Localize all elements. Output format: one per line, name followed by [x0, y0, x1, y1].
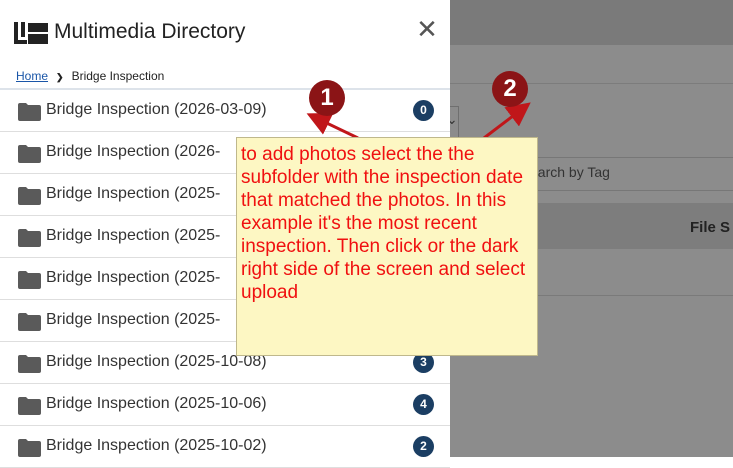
step-marker-1: 1 [309, 80, 345, 116]
instruction-callout: to add photos select the the subfolder w… [236, 137, 538, 356]
step-marker-2: 2 [492, 71, 528, 107]
arrow-to-dark-area [483, 102, 531, 140]
arrow-to-first-folder [306, 112, 359, 140]
